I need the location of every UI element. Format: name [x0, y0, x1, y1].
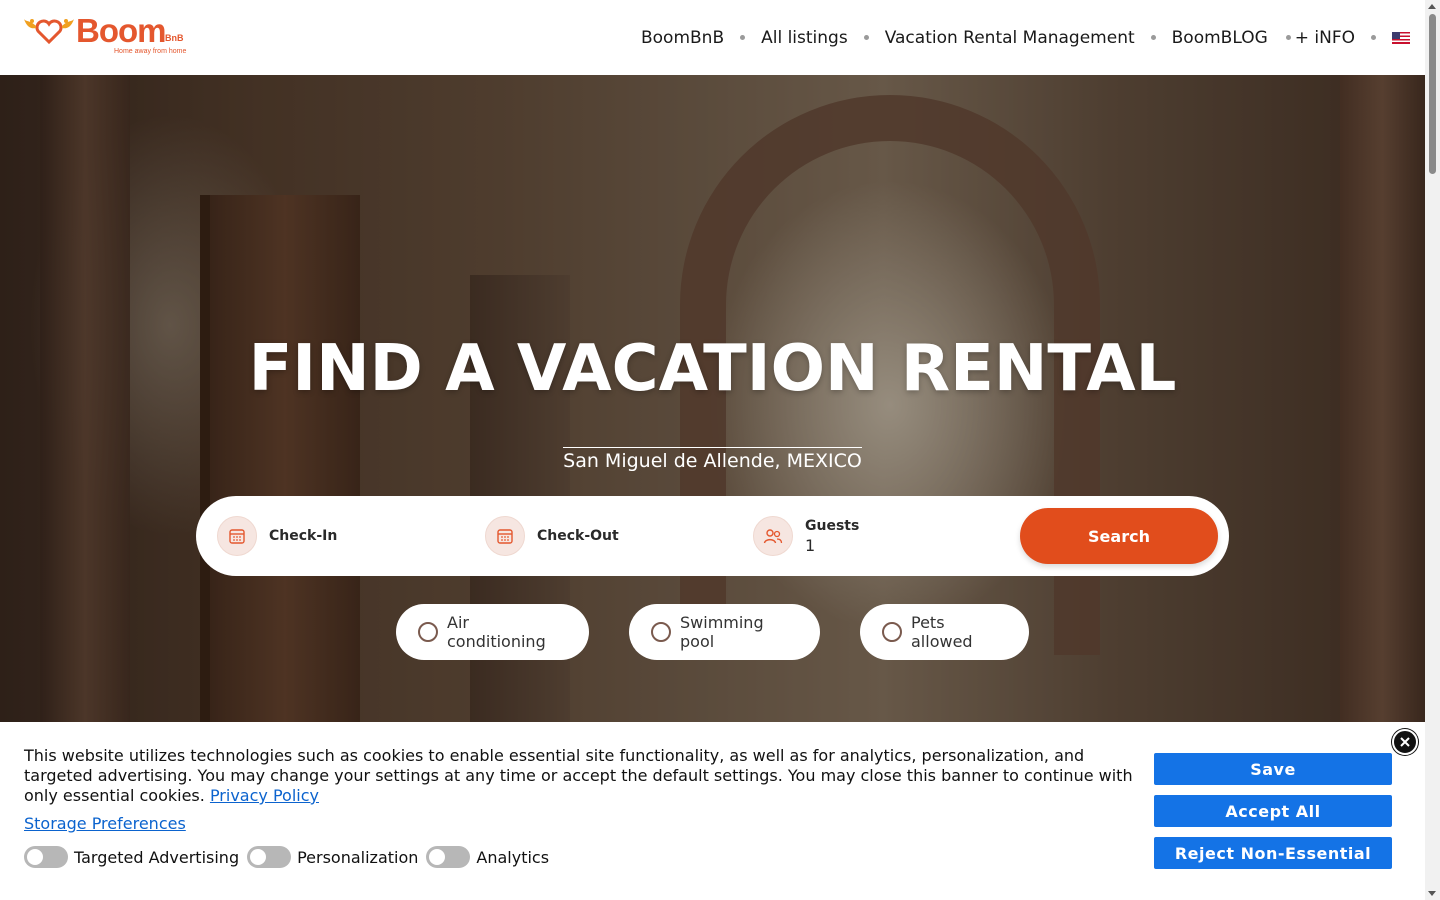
save-button[interactable]: Save	[1154, 753, 1392, 785]
toggle-label: Personalization	[297, 847, 419, 867]
toggle-targeted-advertising[interactable]: Targeted Advertising	[24, 846, 239, 868]
nav-separator	[1285, 35, 1291, 40]
logo-tagline: Home away from home	[114, 48, 187, 55]
toggle-switch[interactable]	[247, 846, 292, 868]
nav-separator	[1371, 35, 1376, 40]
reject-non-essential-button[interactable]: Reject Non-Essential	[1154, 837, 1392, 869]
hero-section: FIND A VACATION RENTAL San Miguel de All…	[0, 75, 1425, 722]
nav-item-boombnb[interactable]: BoomBnB	[641, 28, 724, 48]
scroll-up-icon[interactable]	[1428, 4, 1436, 9]
checkin-field[interactable]: Check-In	[217, 516, 337, 556]
checkout-label: Check-Out	[537, 528, 619, 544]
toggle-label: Targeted Advertising	[74, 847, 240, 867]
calendar-icon	[217, 516, 257, 556]
guests-label: Guests	[805, 517, 860, 534]
toggle-personalization[interactable]: Personalization	[247, 846, 418, 868]
guests-field[interactable]: Guests 1	[753, 516, 859, 556]
nav-item-info[interactable]: + iNFO	[1295, 28, 1355, 48]
privacy-policy-link[interactable]: Privacy Policy	[210, 786, 319, 805]
nav-item-all-listings[interactable]: All listings	[761, 28, 848, 48]
filter-swimming-pool[interactable]: Swimming pool	[629, 604, 820, 660]
cookie-text: This website utilizes technologies such …	[24, 746, 1133, 805]
radio-unchecked-icon[interactable]	[418, 622, 438, 642]
filter-air-conditioning[interactable]: Air conditioning	[396, 604, 589, 660]
nav-separator	[863, 35, 869, 40]
nav-item-vacation-rental-management[interactable]: Vacation Rental Management	[885, 28, 1135, 48]
nav-item-boomblog[interactable]: BoomBLOG	[1172, 28, 1268, 48]
accept-all-button[interactable]: Accept All	[1154, 795, 1392, 827]
logo-suffix: BnB	[165, 33, 184, 43]
heart-wings-icon	[24, 19, 74, 45]
filter-label: Swimming pool	[680, 613, 764, 651]
search-button[interactable]: Search	[1020, 508, 1218, 564]
page-title: FIND A VACATION RENTAL	[248, 332, 1177, 406]
checkin-label: Check-In	[269, 528, 338, 544]
cookie-message: This website utilizes technologies such …	[24, 746, 1139, 806]
calendar-icon	[485, 516, 525, 556]
storage-preferences-link[interactable]: Storage Preferences	[24, 814, 186, 833]
checkout-field[interactable]: Check-Out	[485, 516, 619, 556]
filter-pets-allowed[interactable]: Pets allowed	[860, 604, 1029, 660]
filter-label: Pets allowed	[911, 613, 973, 651]
us-flag-icon[interactable]	[1392, 31, 1410, 44]
filter-label: Air conditioning	[447, 613, 546, 651]
main-nav: BoomBnB All listings Vacation Rental Man…	[641, 0, 1410, 75]
search-bar: Check-In Check-Out Guests 1 Search	[196, 496, 1229, 576]
nav-separator	[740, 35, 746, 40]
toggle-analytics[interactable]: Analytics	[426, 846, 549, 868]
users-icon	[753, 516, 793, 556]
radio-unchecked-icon[interactable]	[882, 622, 902, 642]
site-header: Boom BnB Home away from home BoomBnB All…	[0, 0, 1425, 75]
cookie-toggles: Targeted Advertising Personalization Ana…	[24, 846, 557, 868]
toggle-switch[interactable]	[24, 846, 68, 868]
guests-text: Guests 1	[805, 518, 859, 555]
boombnb-logo[interactable]: Boom BnB Home away from home	[24, 12, 196, 58]
nav-separator	[1150, 35, 1156, 40]
location-subtitle: San Miguel de Allende, MEXICO	[563, 447, 862, 472]
radio-unchecked-icon[interactable]	[651, 622, 671, 642]
toggle-label: Analytics	[476, 847, 550, 867]
page-scrollbar[interactable]	[1425, 0, 1440, 900]
close-icon[interactable]	[1392, 729, 1418, 755]
scrollbar-thumb[interactable]	[1429, 14, 1436, 174]
cookie-banner: This website utilizes technologies such …	[0, 722, 1425, 900]
scroll-down-icon[interactable]	[1428, 891, 1436, 896]
guests-value: 1	[805, 535, 816, 555]
toggle-switch[interactable]	[426, 846, 471, 868]
logo-wordmark: Boom	[76, 12, 166, 49]
